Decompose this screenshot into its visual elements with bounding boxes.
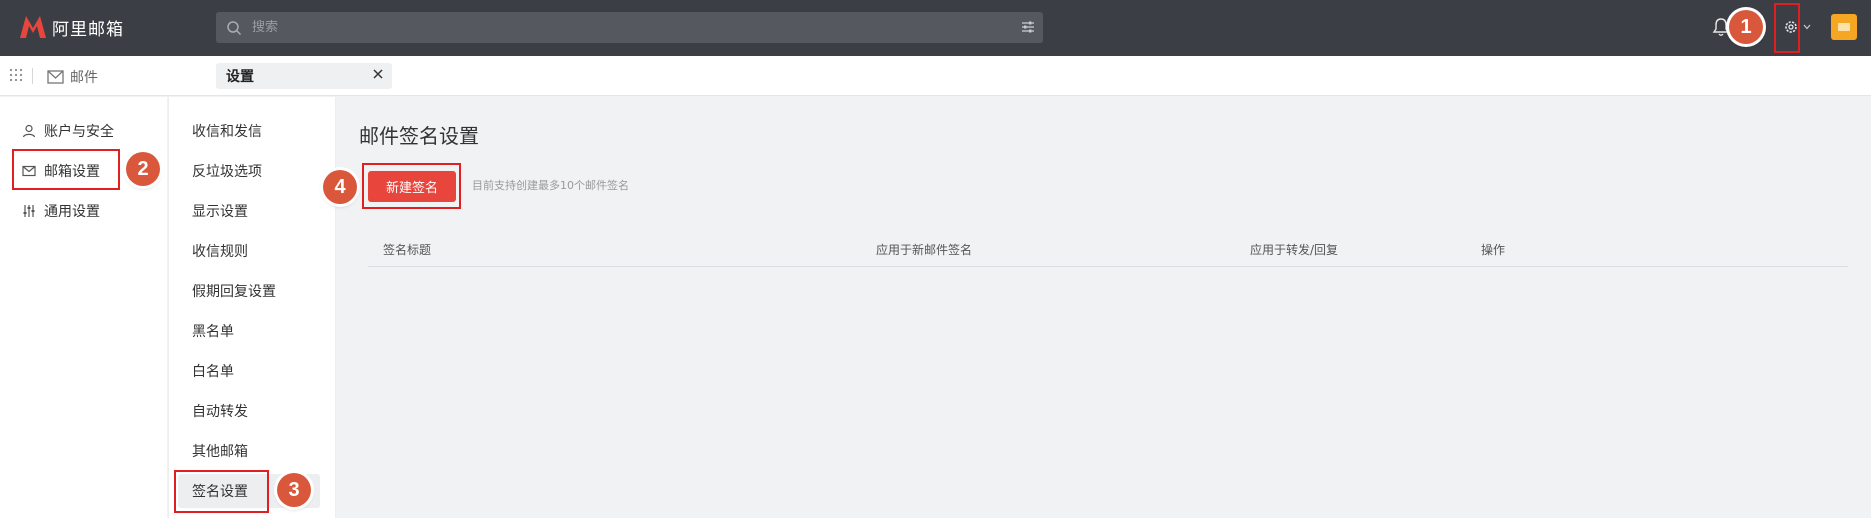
column-header-actions: 操作	[1481, 243, 1506, 257]
step-badge-1: 1	[1729, 10, 1763, 44]
search-icon	[227, 20, 242, 35]
page-title: 邮件签名设置	[359, 124, 479, 148]
mailbox-settings-icon	[22, 165, 36, 177]
nav-item-label: 通用设置	[44, 204, 100, 220]
subnav-item-send-receive[interactable]: 收信和发信	[192, 121, 262, 141]
gear-icon[interactable]	[1783, 19, 1799, 35]
apps-grid-icon[interactable]	[9, 68, 23, 82]
step-badge-3: 3	[277, 473, 311, 507]
subnav-item-display[interactable]: 显示设置	[192, 201, 248, 221]
nav-item-account-security[interactable]: 账户与安全	[22, 121, 114, 141]
chevron-down-icon[interactable]	[1803, 24, 1811, 30]
subnav-item-receive-rules[interactable]: 收信规则	[192, 241, 248, 261]
search-bar[interactable]	[216, 12, 1043, 43]
user-icon	[22, 124, 36, 138]
main-content	[337, 97, 1871, 518]
sliders-icon	[23, 205, 35, 217]
step-badge-2: 2	[126, 152, 160, 186]
tab-divider	[32, 68, 33, 84]
top-bar: 阿里邮箱	[0, 0, 1871, 56]
mail-icon	[47, 70, 64, 84]
new-signature-button[interactable]: 新建签名	[368, 171, 456, 202]
subnav-item-whitelist[interactable]: 白名单	[192, 361, 234, 381]
tab-settings-label: 设置	[226, 69, 254, 85]
table-header-divider	[368, 266, 1848, 267]
signature-limit-hint: 目前支持创建最多10个邮件签名	[472, 179, 629, 192]
subnav-item-auto-forward[interactable]: 自动转发	[192, 401, 248, 421]
nav-item-label: 邮箱设置	[44, 164, 100, 180]
filter-options-icon[interactable]	[1021, 20, 1035, 34]
subnav-item-vacation-reply[interactable]: 假期回复设置	[192, 281, 276, 301]
user-avatar[interactable]	[1831, 14, 1857, 40]
tab-bar: 邮件 设置	[0, 56, 1871, 96]
subnav-item-signature-settings[interactable]: 签名设置	[192, 481, 248, 501]
column-header-apply-forward-reply: 应用于转发/回复	[1250, 243, 1339, 257]
bell-icon[interactable]	[1712, 17, 1730, 37]
step-badge-4: 4	[323, 170, 357, 204]
search-input[interactable]	[252, 20, 1012, 35]
close-icon[interactable]	[372, 68, 384, 80]
tab-mail-label: 邮件	[70, 70, 98, 86]
brand-name: 阿里邮箱	[52, 19, 124, 40]
subnav-item-anti-spam[interactable]: 反垃圾选项	[192, 161, 262, 181]
column-header-signature-title: 签名标题	[383, 243, 432, 257]
nav-item-general-settings[interactable]: 通用设置	[22, 201, 100, 221]
brand-logo[interactable]: 阿里邮箱	[18, 14, 124, 40]
nav-item-label: 账户与安全	[44, 124, 114, 140]
subnav-item-blacklist[interactable]: 黑名单	[192, 321, 234, 341]
subnav-item-other-mailboxes[interactable]: 其他邮箱	[192, 441, 248, 461]
tab-settings[interactable]: 设置	[216, 63, 392, 89]
nav-item-mailbox-settings[interactable]: 邮箱设置	[22, 161, 100, 181]
logo-m-icon	[20, 16, 46, 38]
column-header-apply-new-mail: 应用于新邮件签名	[876, 243, 973, 257]
tab-mail[interactable]: 邮件	[47, 67, 98, 87]
